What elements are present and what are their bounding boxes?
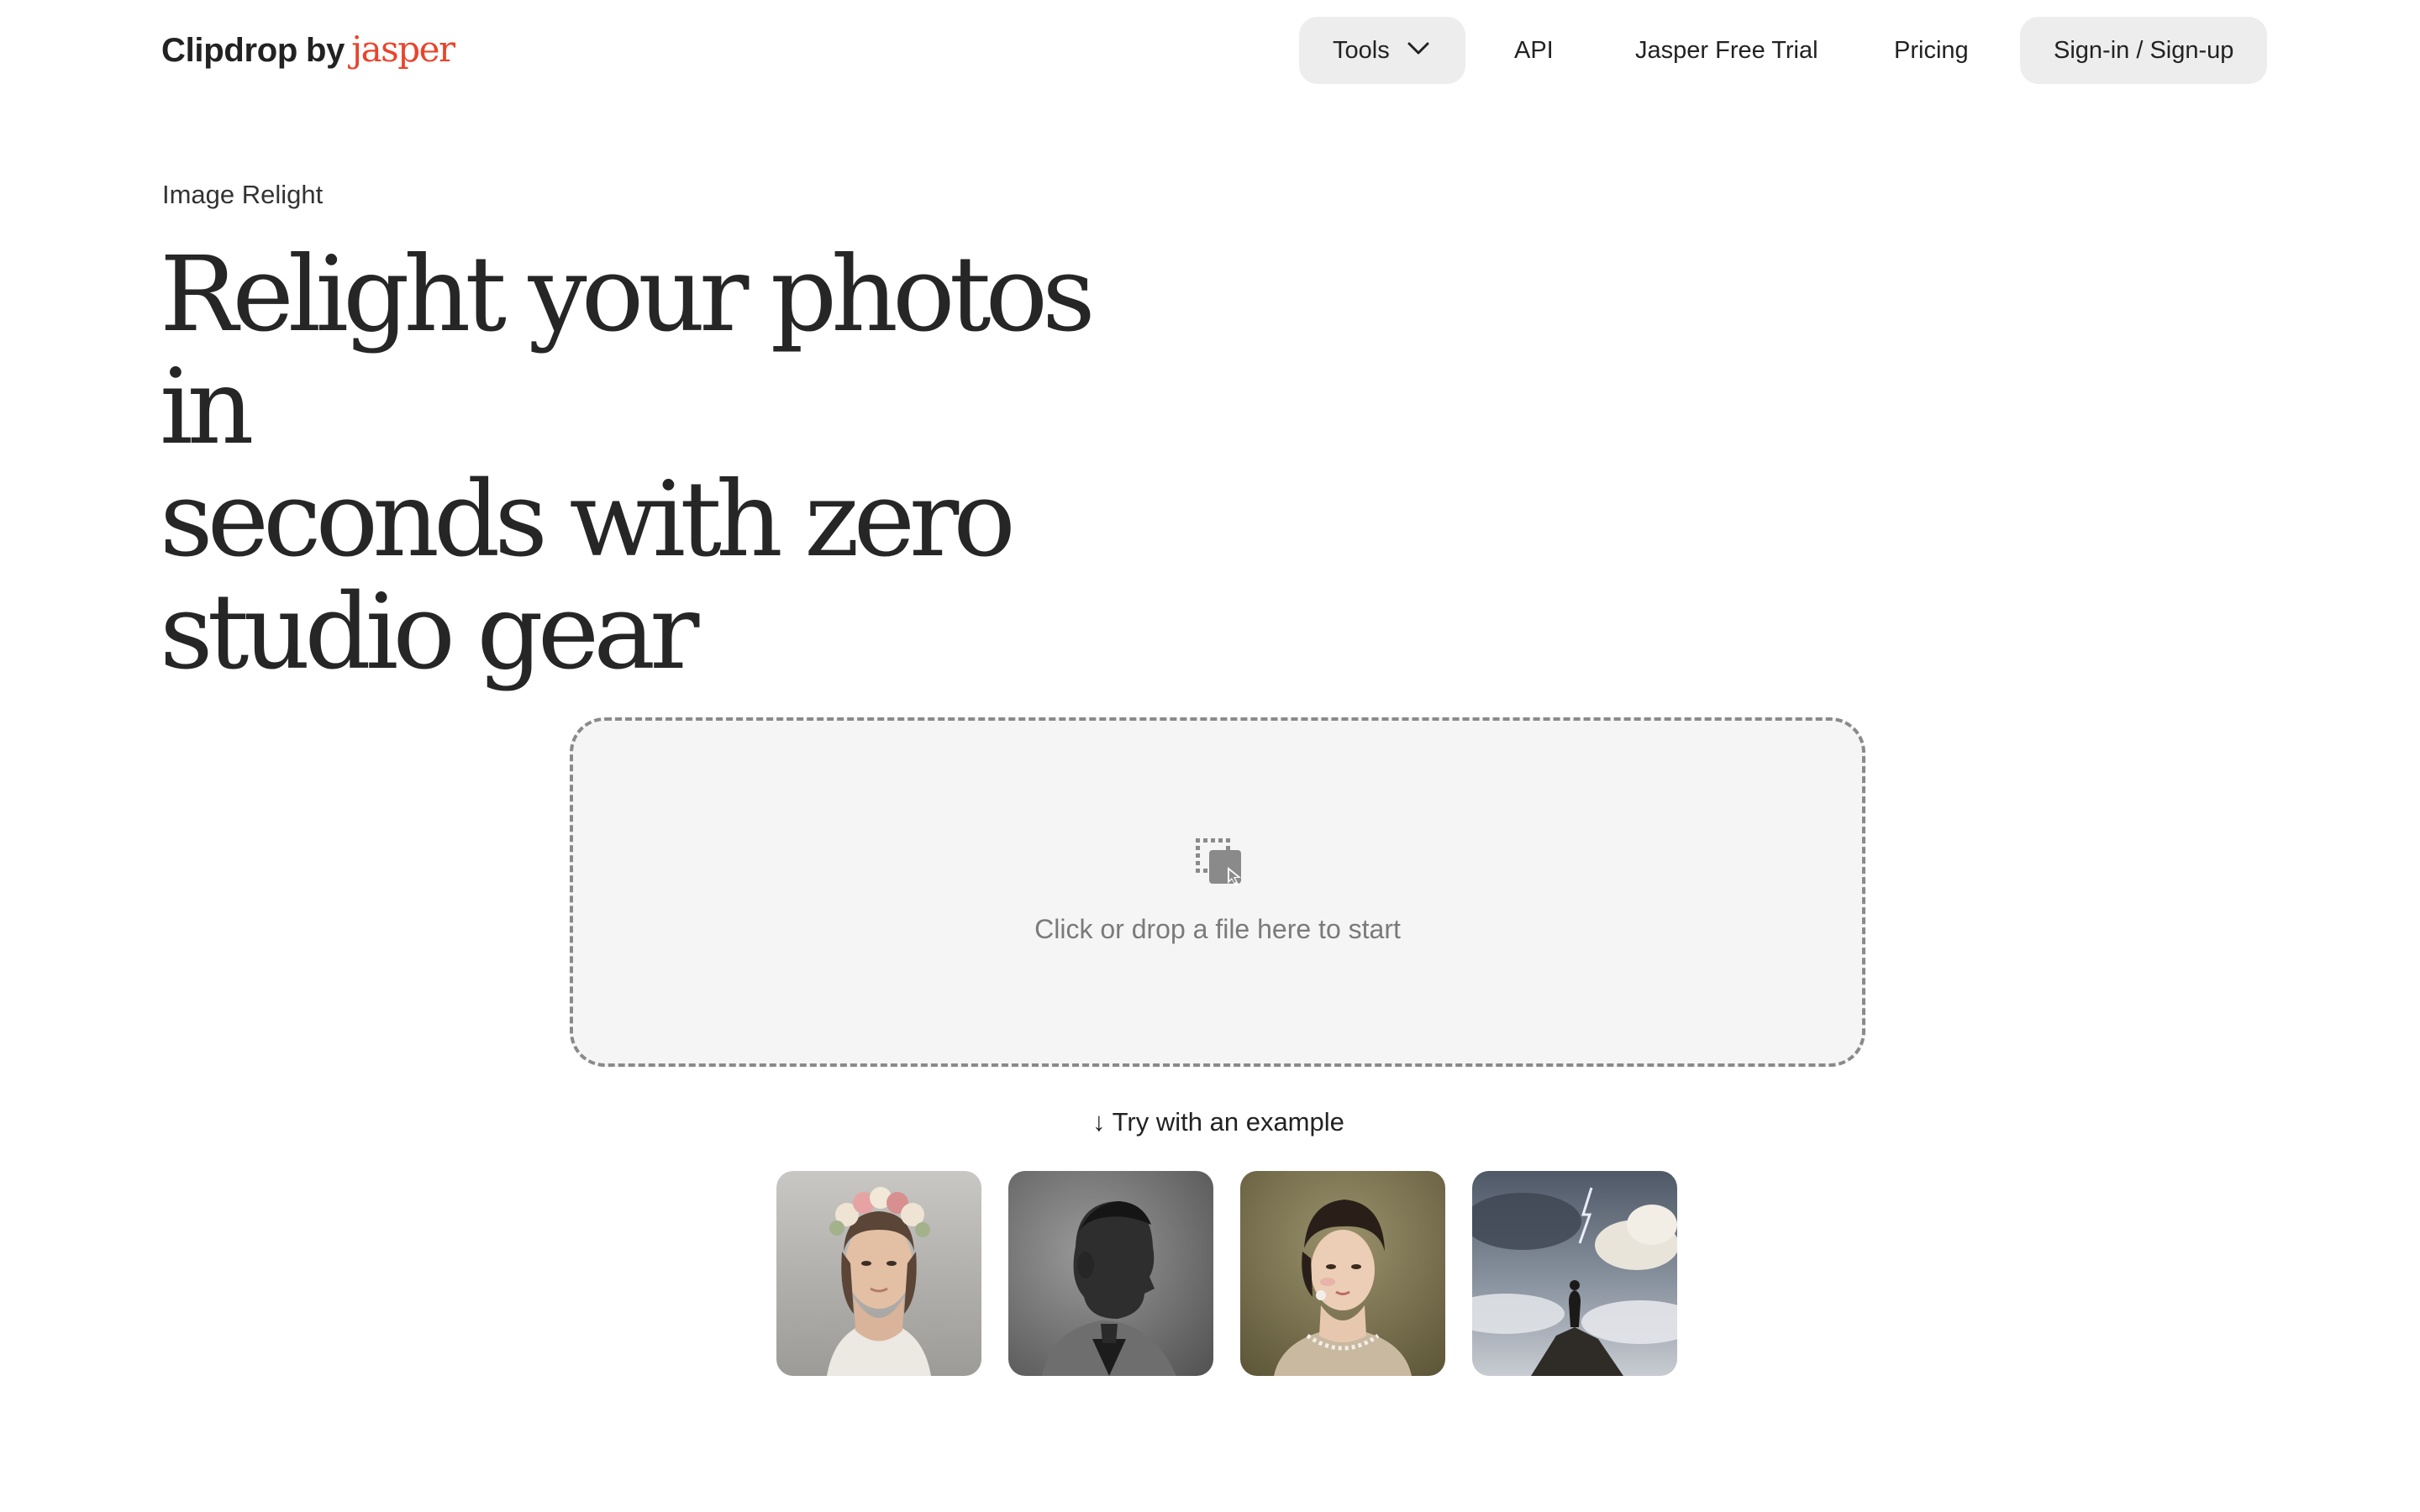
tools-menu-button[interactable]: Tools (1299, 17, 1465, 84)
nav-link-jasper-free-trial[interactable]: Jasper Free Trial (1635, 17, 1818, 84)
woman-painted-portrait (1240, 1171, 1445, 1376)
example-thumbnail-man-profile[interactable] (1008, 1171, 1213, 1376)
file-dropzone[interactable]: Click or drop a file here to start (570, 717, 1865, 1067)
example-thumbnail-woman-painting[interactable] (1240, 1171, 1445, 1376)
top-header: Clipdrop by jasper Tools API Jasper Free T… (0, 0, 2420, 99)
dropzone-instruction: Click or drop a file here to start (1034, 914, 1401, 944)
tool-eyebrow: Image Relight (162, 180, 324, 209)
man-profile-bw-photo (1008, 1171, 1213, 1376)
example-thumbnail-woman-flower-crown[interactable] (776, 1171, 981, 1376)
sign-in-button[interactable]: Sign-in / Sign-up (2020, 17, 2268, 84)
page-headline: Relight your photos in seconds with zero… (160, 239, 1168, 689)
woman-flower-crown-photo (776, 1171, 981, 1376)
try-example-label: ↓ Try with an example (1092, 1107, 1344, 1137)
logo-brand-text: jasper (351, 29, 455, 70)
headline-line: Relight your photos in (160, 234, 1096, 468)
headline-line: seconds with zero (160, 459, 1016, 580)
site-logo[interactable]: Clipdrop by jasper (161, 29, 455, 70)
tools-label: Tools (1333, 37, 1390, 64)
nav-link-pricing[interactable]: Pricing (1894, 17, 1969, 84)
chevron-down-icon (1407, 42, 1429, 55)
headline-line: studio gear (160, 572, 699, 693)
example-thumbnail-wanderer[interactable] (1472, 1171, 1677, 1376)
page: Clipdrop by jasper Tools API Jasper Free T… (0, 0, 2420, 1512)
logo-main-text: Clipdrop (161, 32, 298, 69)
file-drop-icon (1196, 838, 1241, 886)
logo-by-text: by (306, 32, 345, 69)
wanderer-above-clouds-painting (1472, 1171, 1677, 1376)
nav-link-api[interactable]: API (1514, 17, 1554, 84)
